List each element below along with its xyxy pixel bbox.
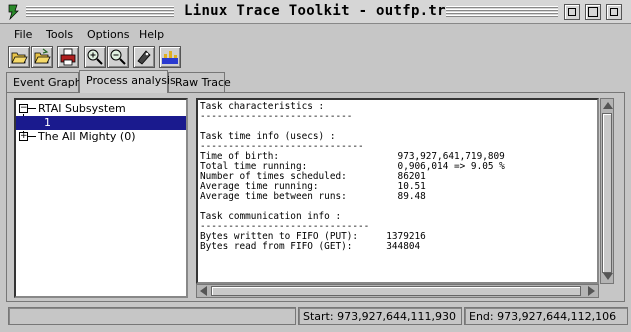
horizontal-scroll-thumb[interactable] xyxy=(211,286,581,296)
tree-item-label: RTAI Subsystem xyxy=(38,102,126,115)
tab-process-analysis[interactable]: Process analysis xyxy=(79,70,176,93)
window-title: Linux Trace Toolkit - outfp.trace xyxy=(184,3,473,19)
details-text: Task characteristics : -----------------… xyxy=(200,101,505,252)
scroll-right-icon[interactable] xyxy=(588,286,595,296)
zoom-out-icon xyxy=(110,49,126,65)
tab-event-graph[interactable]: Event Graph xyxy=(6,72,82,92)
horizontal-scrollbar[interactable] xyxy=(196,284,599,298)
tree-item-label: The All Mighty (0) xyxy=(38,130,136,143)
tree-item-the-all-mighty[interactable]: + The All Mighty (0) xyxy=(16,130,186,144)
tag-icon xyxy=(137,50,151,65)
open-button[interactable] xyxy=(8,46,30,68)
print-button[interactable] xyxy=(57,46,79,68)
status-start-time: Start: 973,927,644,111,930 xyxy=(298,307,462,325)
status-message xyxy=(8,307,296,325)
chart-icon xyxy=(162,51,178,64)
tree-item-label: 1 xyxy=(44,116,51,129)
app-logo-icon xyxy=(8,4,19,20)
tree-item-task-1[interactable]: 1 xyxy=(16,116,186,130)
status-end-time: End: 973,927,644,112,106 xyxy=(464,307,628,325)
zoom-out-button[interactable] xyxy=(107,46,129,68)
chart-button[interactable] xyxy=(159,46,181,68)
open-icon xyxy=(11,52,28,64)
maximize-button[interactable] xyxy=(585,4,601,20)
menu-tools[interactable]: Tools xyxy=(46,28,73,41)
vertical-scroll-thumb[interactable] xyxy=(602,113,612,273)
menu-options[interactable]: Options xyxy=(87,28,129,41)
toolbar xyxy=(0,46,631,70)
open-folder-button[interactable] xyxy=(31,46,53,68)
print-icon xyxy=(60,48,76,66)
tab-raw-trace[interactable]: Raw Trace xyxy=(168,72,231,92)
collapse-icon[interactable]: − xyxy=(19,104,28,113)
menu-file[interactable]: File xyxy=(14,28,32,41)
menu-bar: File Tools Options Help xyxy=(0,24,631,44)
process-details[interactable]: Task characteristics : -----------------… xyxy=(196,98,599,284)
close-button[interactable] xyxy=(606,4,622,20)
expand-icon[interactable]: + xyxy=(19,132,28,141)
open-folder-icon xyxy=(34,48,51,64)
tree-item-rtai-subsystem[interactable]: − RTAI Subsystem xyxy=(16,102,186,116)
process-tree[interactable]: − RTAI Subsystem 1 + The All Mighty (0) xyxy=(14,98,188,298)
menu-help[interactable]: Help xyxy=(139,28,164,41)
zoom-in-icon xyxy=(87,49,103,65)
scroll-left-icon[interactable] xyxy=(200,286,207,296)
scroll-up-icon[interactable] xyxy=(603,102,613,109)
vertical-scrollbar[interactable] xyxy=(600,98,614,284)
zoom-in-button[interactable] xyxy=(84,46,106,68)
minimize-button[interactable] xyxy=(564,4,580,20)
title-bar[interactable]: Linux Trace Toolkit - outfp.trace xyxy=(0,0,631,24)
scroll-down-icon[interactable] xyxy=(603,273,613,280)
tag-button[interactable] xyxy=(133,46,155,68)
